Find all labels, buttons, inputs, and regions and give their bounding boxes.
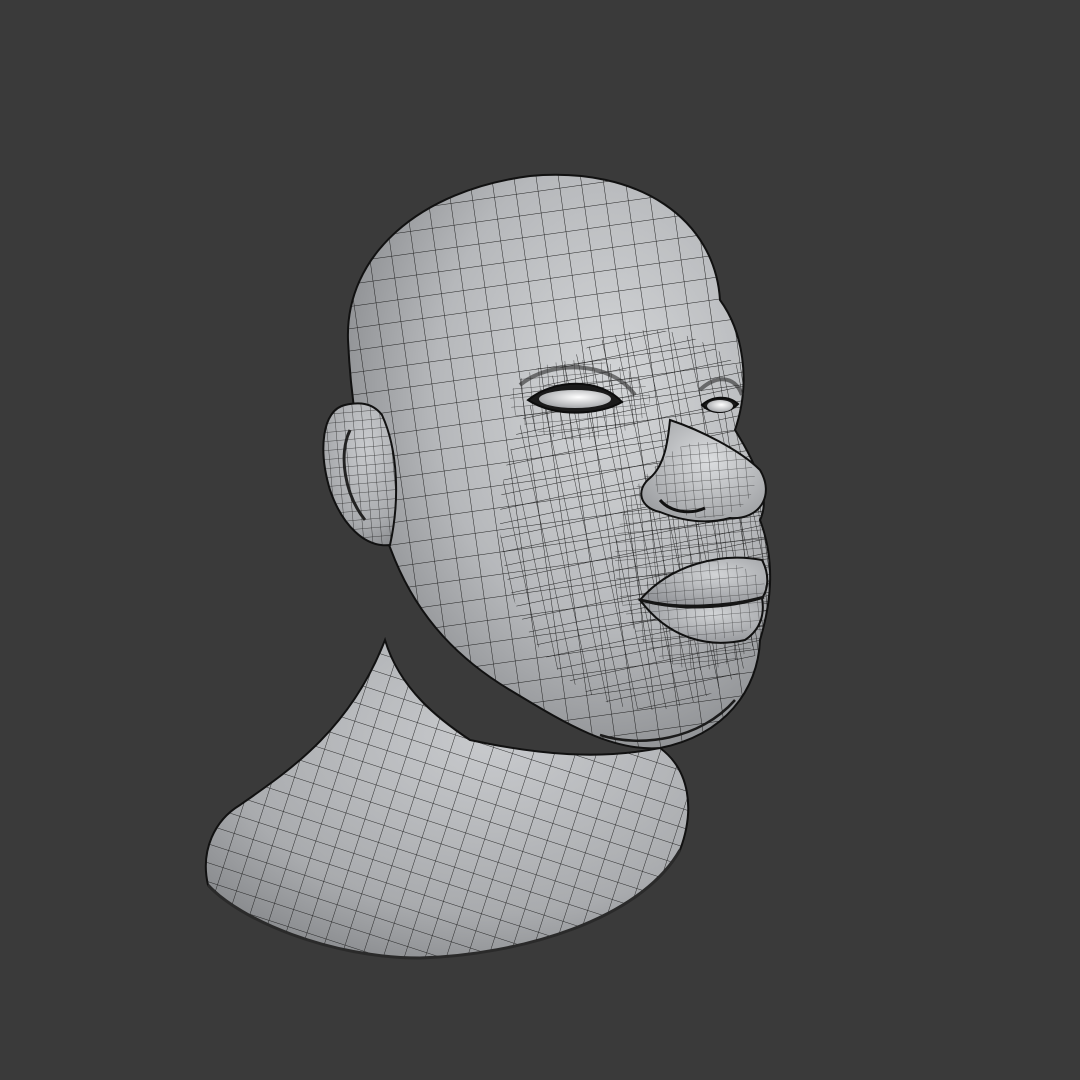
3d-viewport[interactable] [0, 0, 1080, 1080]
head-model-render [204, 173, 772, 960]
